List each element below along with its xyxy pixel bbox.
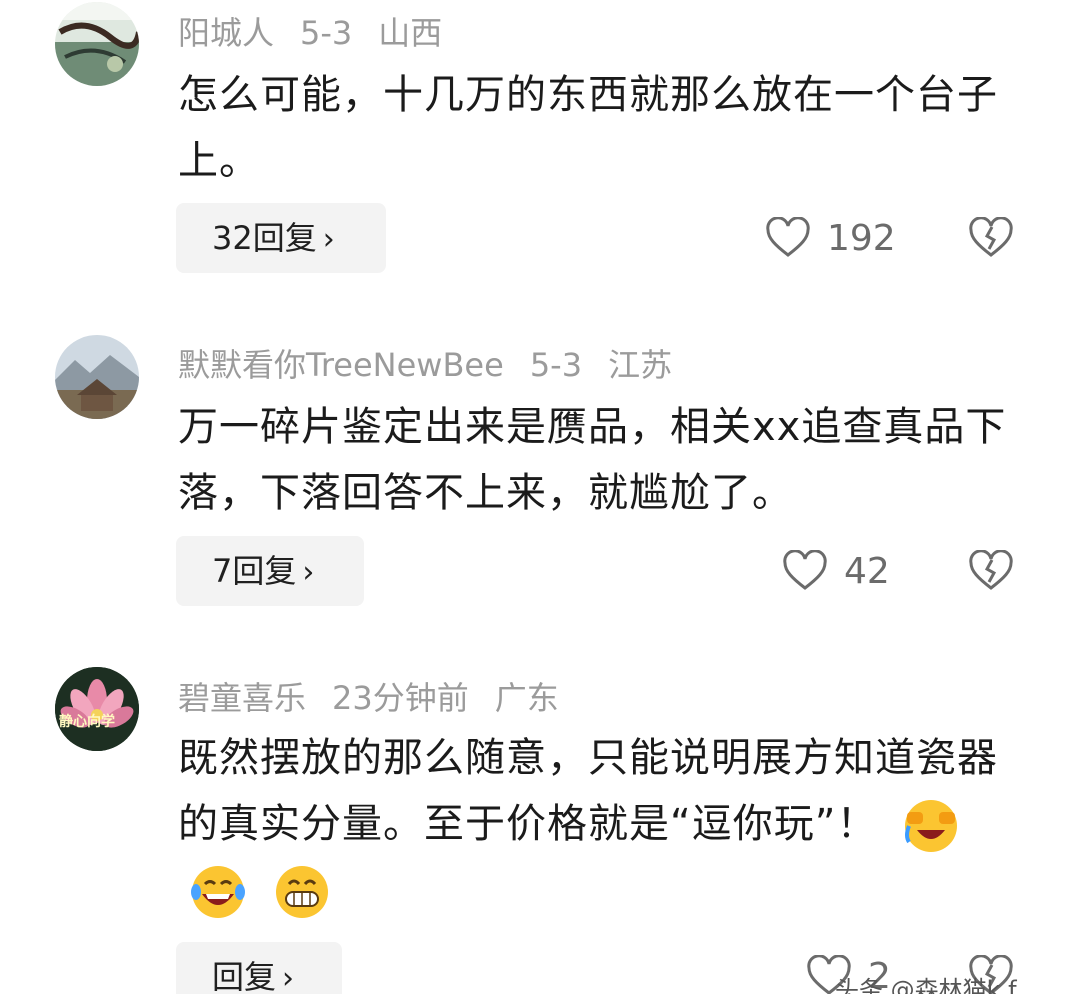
like-count: 192 [827,217,896,259]
username[interactable]: 默默看你TreeNewBee [178,346,504,384]
comment-text: 万一碎片鉴定出来是赝品，相关xx追查真品下落，下落回答不上来，就尴尬了。 [178,404,1007,516]
chevron-right-icon: › [302,555,315,590]
heart-outline-icon [783,550,827,590]
comment-text-content: 既然摆放的那么随意，只能说明展方知道瓷器的真实分量。至于价格就是“逗你玩”！ [178,735,998,847]
comment-meta: 阳城人 5-3 山西 [178,8,442,54]
grinning-emoji [275,866,328,918]
tears-of-joy-emoji [191,866,245,918]
comment-location: 山西 [378,14,443,52]
avatar[interactable]: 静心向学 [55,667,139,751]
comment-text: 既然摆放的那么随意，只能说明展方知道瓷器的真实分量。至于价格就是“逗你玩”！ [178,725,1028,923]
watermark: 头条 @森林猫k f [835,976,1017,994]
avatar[interactable] [55,335,139,419]
broken-heart-icon[interactable] [968,217,1014,259]
reply-button[interactable]: 7回复 › [176,536,364,606]
username[interactable]: 阳城人 [178,14,274,52]
heart-outline-icon [766,217,810,257]
like-button[interactable]: 42 [782,550,890,592]
avatar[interactable] [55,2,139,86]
reply-label: 7回复 [212,552,297,590]
reply-button[interactable]: 32回复 › [176,203,386,273]
like-count: 42 [844,550,890,592]
reply-label: 回复 [212,958,277,994]
comment-meta: 碧童喜乐 23分钟前 广东 [178,673,559,719]
avatar-caption: 静心向学 [59,714,115,730]
comment-location: 广东 [494,679,559,717]
comment-meta: 默默看你TreeNewBee 5-3 江苏 [178,340,672,386]
comment-location: 江苏 [608,346,673,384]
reply-label: 32回复 [212,219,317,257]
like-button[interactable]: 192 [765,217,896,259]
laughing-crying-emoji [905,800,958,852]
broken-heart-icon[interactable] [968,550,1014,592]
chevron-right-icon: › [282,961,295,994]
chevron-right-icon: › [322,222,335,257]
username[interactable]: 碧童喜乐 [178,679,306,717]
reply-button[interactable]: 回复 › [176,942,342,994]
comment-date: 23分钟前 [332,679,469,717]
comment-date: 5-3 [300,14,353,52]
comment-date: 5-3 [529,346,583,384]
comment-text: 怎么可能，十几万的东西就那么放在一个台子上。 [178,72,998,184]
